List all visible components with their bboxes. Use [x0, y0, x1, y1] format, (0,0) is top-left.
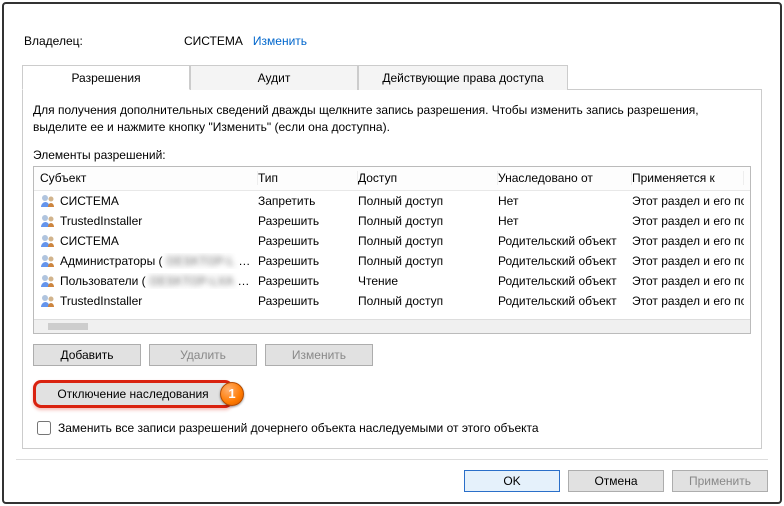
row-applies: Этот раздел и его подр — [632, 274, 744, 288]
tab-effective[interactable]: Действующие права доступа — [358, 65, 568, 90]
owner-label: Владелец: — [24, 34, 184, 48]
permissions-list[interactable]: Субъект Тип Доступ Унаследовано от Приме… — [33, 166, 751, 334]
callout-marker: 1 — [220, 382, 244, 406]
table-row[interactable]: Пользователи ( DESKTOP-LXA… РазрешитьЧтени… — [34, 271, 750, 291]
row-subject: СИСТЕМА — [60, 234, 119, 248]
replace-child-checkbox[interactable] — [37, 421, 51, 435]
row-access: Чтение — [358, 274, 498, 288]
ok-button[interactable]: OK — [464, 470, 560, 492]
row-type: Разрешить — [258, 294, 358, 308]
row-applies: Этот раздел и его подр — [632, 294, 744, 308]
replace-child-label: Заменить все записи разрешений дочернего… — [58, 421, 539, 435]
replace-checkbox-row: Заменить все записи разрешений дочернего… — [33, 418, 751, 438]
group-icon — [40, 253, 56, 269]
row-subject-tail: … — [238, 254, 250, 268]
dialog-frame: Владелец: СИСТЕМА Изменить Разрешения Ау… — [2, 2, 782, 504]
table-row[interactable]: СИСТЕМА РазрешитьПолный доступРодительски… — [34, 231, 750, 251]
add-button[interactable]: Добавить — [33, 344, 141, 366]
tab-strip: Разрешения Аудит Действующие права досту… — [22, 64, 762, 90]
owner-change-link[interactable]: Изменить — [253, 34, 307, 48]
row-inherited: Родительский объект — [498, 294, 632, 308]
help-text: Для получения дополнительных сведений дв… — [33, 102, 751, 136]
col-subject[interactable]: Субъект — [40, 171, 258, 185]
row-type: Запретить — [258, 194, 358, 208]
owner-value: СИСТЕМА — [184, 34, 243, 48]
row-subject-blur: DESKTOP-LXA — [150, 274, 234, 288]
row-access: Полный доступ — [358, 294, 498, 308]
disable-inheritance-button[interactable]: Отключение наследования 1 — [33, 380, 233, 408]
row-access: Полный доступ — [358, 234, 498, 248]
row-subject: СИСТЕМА — [60, 194, 119, 208]
list-label: Элементы разрешений: — [33, 148, 751, 162]
list-buttons: Добавить Удалить Изменить — [33, 344, 751, 366]
tab-body: Для получения дополнительных сведений дв… — [22, 90, 762, 449]
row-type: Разрешить — [258, 214, 358, 228]
col-applies[interactable]: Применяется к — [632, 171, 744, 185]
col-type[interactable]: Тип — [258, 171, 358, 185]
dialog-footer: OK Отмена Применить — [16, 459, 768, 492]
row-subject-blur: DESKTOP-L — [167, 254, 235, 268]
row-inherited: Нет — [498, 214, 632, 228]
inherit-row: Отключение наследования 1 — [33, 380, 751, 408]
list-header: Субъект Тип Доступ Унаследовано от Приме… — [34, 167, 750, 191]
row-subject: Администраторы ( — [60, 254, 163, 268]
table-row[interactable]: Администраторы ( DESKTOP-L… РазрешитьПолны… — [34, 251, 750, 271]
row-type: Разрешить — [258, 234, 358, 248]
row-inherited: Нет — [498, 194, 632, 208]
group-icon — [40, 273, 56, 289]
owner-row: Владелец: СИСТЕМА Изменить — [24, 34, 768, 48]
row-applies: Этот раздел и его подр — [632, 234, 744, 248]
group-icon — [40, 233, 56, 249]
col-inherited[interactable]: Унаследовано от — [498, 171, 632, 185]
row-applies: Этот раздел и его подр — [632, 194, 744, 208]
row-applies: Этот раздел и его подр — [632, 214, 744, 228]
table-row[interactable]: TrustedInstaller РазрешитьПолный доступНе… — [34, 211, 750, 231]
table-row[interactable]: СИСТЕМА ЗапретитьПолный доступНетЭтот раз… — [34, 191, 750, 211]
row-type: Разрешить — [258, 274, 358, 288]
disable-inheritance-label: Отключение наследования — [57, 387, 208, 401]
row-type: Разрешить — [258, 254, 358, 268]
row-inherited: Родительский объект — [498, 274, 632, 288]
row-subject: TrustedInstaller — [60, 294, 142, 308]
row-applies: Этот раздел и его подр — [632, 254, 744, 268]
tab-permissions[interactable]: Разрешения — [22, 65, 190, 90]
row-subject: TrustedInstaller — [60, 214, 142, 228]
group-icon — [40, 193, 56, 209]
edit-button: Изменить — [265, 344, 373, 366]
row-subject: Пользователи ( — [60, 274, 146, 288]
row-inherited: Родительский объект — [498, 234, 632, 248]
apply-button: Применить — [672, 470, 768, 492]
remove-button: Удалить — [149, 344, 257, 366]
col-access[interactable]: Доступ — [358, 171, 498, 185]
row-access: Полный доступ — [358, 254, 498, 268]
group-icon — [40, 293, 56, 309]
row-access: Полный доступ — [358, 194, 498, 208]
row-access: Полный доступ — [358, 214, 498, 228]
row-inherited: Родительский объект — [498, 254, 632, 268]
tab-audit[interactable]: Аудит — [190, 65, 358, 90]
horizontal-scrollbar[interactable] — [34, 319, 750, 333]
group-icon — [40, 213, 56, 229]
table-row[interactable]: TrustedInstaller РазрешитьПолный доступРо… — [34, 291, 750, 311]
cancel-button[interactable]: Отмена — [568, 470, 664, 492]
row-subject-tail: … — [237, 274, 249, 288]
